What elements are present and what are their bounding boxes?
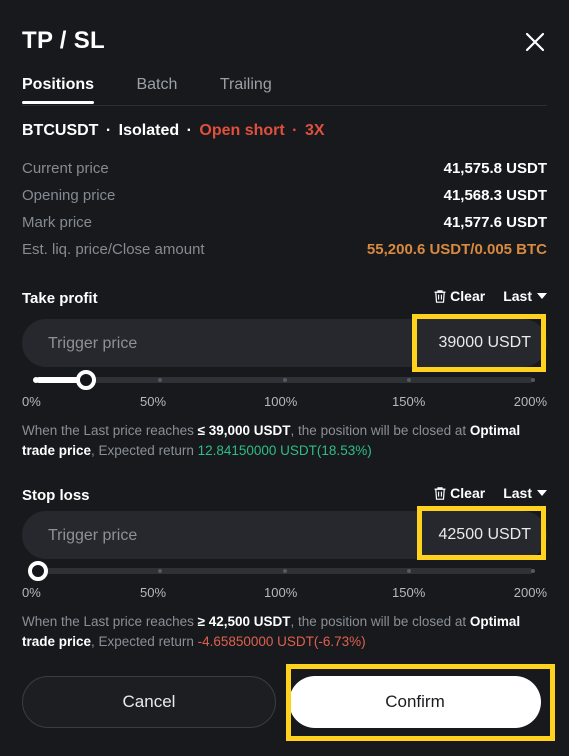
tab-positions[interactable]: Positions: [22, 76, 95, 104]
slider-tick-100: [282, 378, 287, 382]
info-row-opening-price: Opening price 41,568.3 USDT: [22, 182, 547, 209]
take-profit-note: When the Last price reaches ≤ 39,000 USD…: [22, 421, 547, 461]
info-row-current-price: Current price 41,575.8 USDT: [22, 155, 547, 182]
slider-label-50: 50%: [140, 394, 167, 409]
slider-start-dot: [33, 377, 39, 383]
note-expected-return: 12.84150000 USDT(18.53%): [197, 443, 372, 458]
close-icon[interactable]: [521, 28, 549, 56]
stop-loss-title: Stop loss: [22, 487, 90, 504]
stop-loss-clear-button[interactable]: Clear: [433, 485, 485, 501]
note-trigger: ≤ 39,000 USDT: [197, 423, 291, 438]
separator-2: ·: [186, 122, 192, 139]
stop-loss-input-row: 42500 USDT: [22, 511, 547, 561]
tab-trailing[interactable]: Trailing: [220, 76, 272, 104]
note-prefix: When the Last price reaches: [22, 614, 198, 629]
slider-label-0: 0%: [22, 585, 41, 600]
stop-loss-trigger-price-input[interactable]: [46, 511, 380, 561]
trash-icon: [434, 486, 446, 500]
info-row-mark-price: Mark price 41,577.6 USDT: [22, 209, 547, 236]
slider-label-150: 150%: [392, 394, 426, 409]
take-profit-tools: Clear Last: [433, 288, 547, 304]
info-value: 55,200.6 USDT/0.005 BTC: [366, 241, 547, 258]
slider-knob[interactable]: [28, 561, 49, 581]
take-profit-price-type-select[interactable]: Last: [503, 288, 547, 304]
slider-knob[interactable]: [75, 370, 96, 390]
slider-tick-150: [406, 569, 411, 573]
slider-tick-200: [531, 378, 535, 382]
note-return-prefix: , Expected return: [91, 443, 198, 458]
take-profit-slider[interactable]: [22, 370, 547, 390]
page-title: TP / SL: [22, 27, 106, 54]
slider-label-50: 50%: [140, 585, 167, 600]
position-summary-header: BTCUSDT · Isolated · Open short · 3X: [22, 122, 325, 140]
note-expected-return: -4.65850000 USDT(-6.73%): [197, 634, 366, 649]
take-profit-title: Take profit: [22, 290, 98, 307]
stop-loss-clear-label: Clear: [450, 485, 486, 501]
take-profit-trigger-price-input[interactable]: [46, 319, 380, 369]
chevron-down-icon: [537, 490, 547, 496]
dialog-header: TP / SL: [22, 24, 549, 64]
stop-loss-note: When the Last price reaches ≥ 42,500 USD…: [22, 612, 547, 652]
tab-bar: Positions Batch Trailing: [22, 76, 547, 106]
slider-label-200: 200%: [513, 394, 547, 409]
take-profit-price-type-label: Last: [503, 288, 532, 304]
slider-tick-150: [406, 378, 411, 382]
slider-label-0: 0%: [22, 394, 41, 409]
position-leverage: 3X: [304, 122, 325, 139]
info-value: 41,568.3 USDT: [443, 187, 547, 204]
slider-label-150: 150%: [392, 585, 426, 600]
position-margin-mode: Isolated: [118, 122, 180, 139]
take-profit-clear-button[interactable]: Clear: [433, 288, 485, 304]
take-profit-clear-label: Clear: [450, 288, 486, 304]
slider-tick-200: [531, 569, 535, 573]
chevron-down-icon: [537, 293, 547, 299]
note-return-prefix: , Expected return: [91, 634, 198, 649]
info-row-liq-price: Est. liq. price/Close amount 55,200.6 US…: [22, 236, 547, 263]
stop-loss-slider[interactable]: [22, 561, 547, 581]
separator-1: ·: [105, 122, 112, 139]
stop-loss-price-type-select[interactable]: Last: [503, 485, 547, 501]
note-middle: , the position will be closed at: [290, 423, 470, 438]
separator-3: ·: [292, 122, 298, 139]
position-side: Open short: [199, 122, 285, 139]
info-value: 41,577.6 USDT: [443, 214, 547, 231]
stop-loss-unit-value: 42500 USDT: [438, 526, 532, 543]
trash-icon: [434, 289, 446, 303]
tab-batch[interactable]: Batch: [136, 76, 177, 104]
note-prefix: When the Last price reaches: [22, 423, 198, 438]
slider-label-200: 200%: [513, 585, 547, 600]
info-label: Current price: [22, 160, 109, 177]
slider-label-100: 100%: [264, 394, 298, 409]
position-info-list: Current price 41,575.8 USDT Opening pric…: [22, 155, 547, 263]
position-symbol: BTCUSDT: [22, 122, 99, 139]
note-trigger: ≥ 42,500 USDT: [197, 614, 291, 629]
take-profit-input-row: 39000 USDT: [22, 319, 547, 369]
tab-divider: [22, 105, 547, 106]
info-label: Mark price: [22, 214, 93, 231]
stop-loss-tools: Clear Last: [433, 485, 547, 501]
info-value: 41,575.8 USDT: [443, 160, 547, 177]
slider-tick-100: [282, 569, 287, 573]
info-label: Opening price: [22, 187, 116, 204]
stop-loss-price-type-label: Last: [503, 485, 532, 501]
cancel-button[interactable]: Cancel: [22, 676, 276, 728]
confirm-button[interactable]: Confirm: [289, 676, 541, 728]
take-profit-unit-value: 39000 USDT: [438, 334, 532, 351]
info-label: Est. liq. price/Close amount: [22, 241, 205, 258]
slider-label-100: 100%: [264, 585, 298, 600]
note-middle: , the position will be closed at: [290, 614, 470, 629]
tpsl-dialog: TP / SL Positions Batch Trailing BTCUSDT…: [0, 0, 569, 756]
